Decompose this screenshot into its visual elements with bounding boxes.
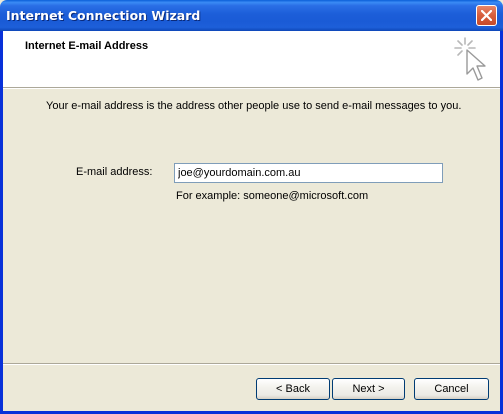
email-field[interactable]: [174, 163, 443, 183]
footer-divider-highlight: [3, 364, 500, 365]
header-divider-highlight: [3, 88, 500, 89]
close-x-icon: [481, 10, 492, 21]
back-button[interactable]: < Back: [256, 378, 330, 400]
intro-text: Your e-mail address is the address other…: [46, 100, 462, 112]
window-frame-left: [0, 31, 3, 414]
page-title: Internet E-mail Address: [25, 40, 149, 52]
cancel-button[interactable]: Cancel: [414, 378, 489, 400]
title-bar[interactable]: Internet Connection Wizard: [0, 0, 503, 31]
wizard-header: Internet E-mail Address: [3, 31, 500, 87]
close-button[interactable]: [476, 5, 497, 26]
wizard-window: Internet Connection Wizard Internet E-ma…: [0, 0, 503, 414]
window-title: Internet Connection Wizard: [6, 8, 201, 23]
email-field-label: E-mail address:: [76, 166, 153, 178]
email-example-hint: For example: someone@microsoft.com: [176, 190, 369, 202]
wizard-cursor-icon: [454, 37, 486, 81]
next-button[interactable]: Next >: [332, 378, 405, 400]
